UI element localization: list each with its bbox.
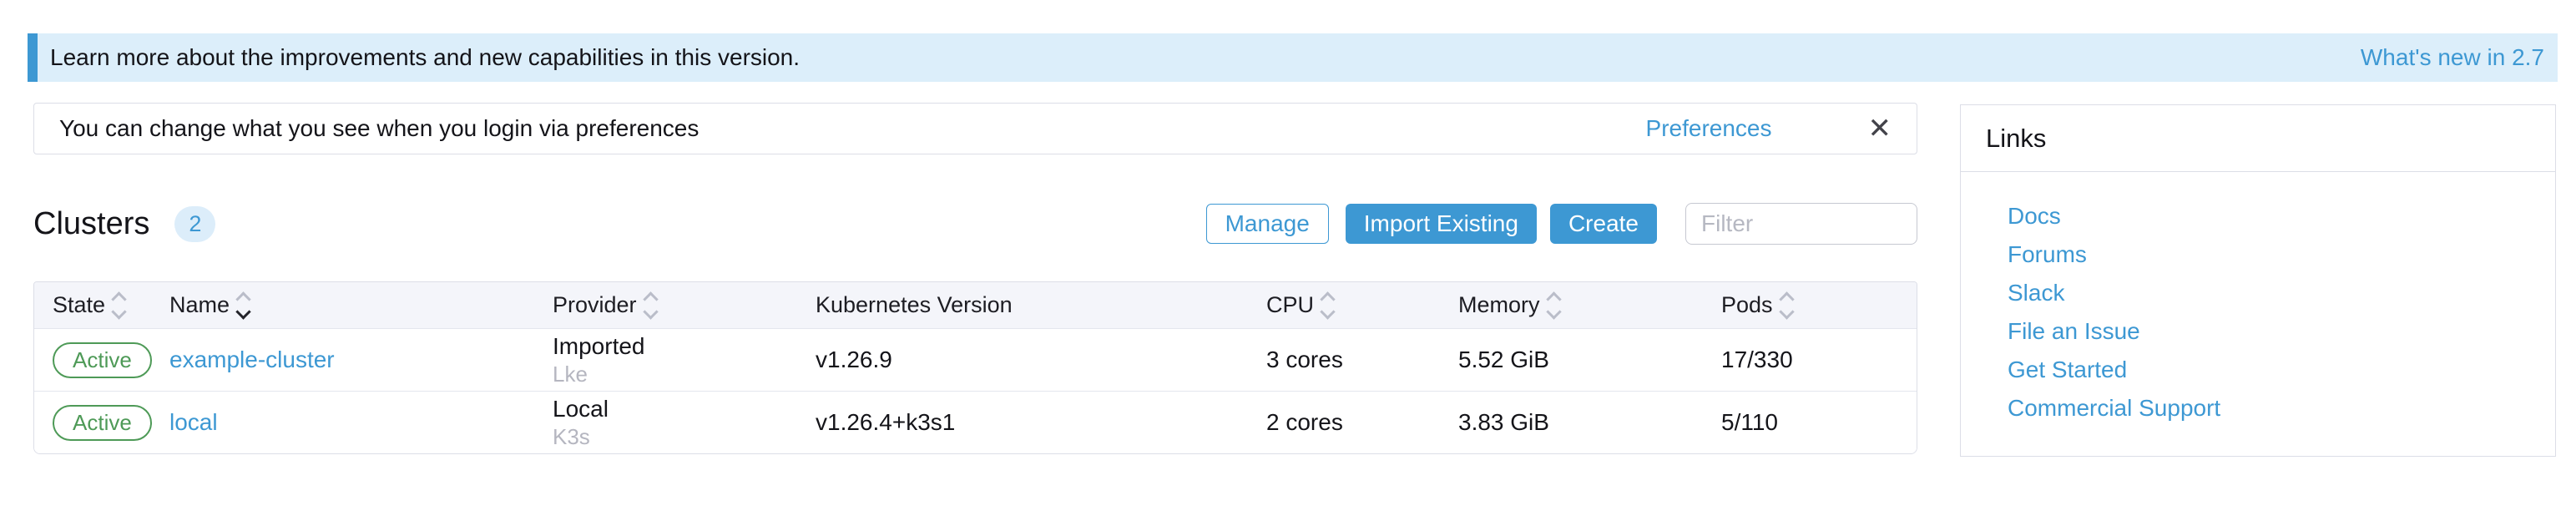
column-label: Pods (1721, 292, 1773, 318)
column-label: Provider (553, 292, 637, 318)
provider-distro: Lke (553, 363, 588, 386)
cpu-cell: 3 cores (1248, 329, 1440, 391)
sort-icon (645, 294, 656, 317)
import-existing-button[interactable]: Import Existing (1346, 204, 1537, 244)
table-body: Active example-cluster Imported Lke v1.2… (34, 328, 1917, 453)
provider-name: Local (553, 397, 609, 421)
state-cell: Active (34, 329, 151, 391)
clusters-table: State Name Provider Kubernetes Version C… (33, 281, 1917, 454)
sort-icon (1322, 294, 1333, 317)
memory-cell: 5.52 GiB (1440, 329, 1703, 391)
column-header-cpu[interactable]: CPU (1248, 282, 1440, 328)
column-header-memory[interactable]: Memory (1440, 282, 1703, 328)
status-badge: Active (53, 342, 152, 378)
sort-icon (238, 294, 249, 317)
column-header-name[interactable]: Name (151, 282, 534, 328)
preferences-banner: You can change what you see when you log… (33, 103, 1917, 154)
page-title: Clusters (33, 206, 149, 242)
manage-button[interactable]: Manage (1206, 204, 1329, 244)
cluster-name-link[interactable]: local (169, 409, 218, 436)
name-cell: example-cluster (151, 329, 534, 391)
column-label: CPU (1266, 292, 1314, 318)
name-cell: local (151, 392, 534, 453)
create-button[interactable]: Create (1550, 204, 1657, 244)
provider-cell: Local K3s (534, 392, 797, 453)
cluster-name-link[interactable]: example-cluster (169, 347, 335, 373)
filter-input[interactable] (1685, 203, 1917, 245)
links-panel: Links Docs Forums Slack File an Issue Ge… (1960, 104, 2556, 457)
clusters-actions: Manage Import Existing Create (1206, 203, 1917, 245)
sort-icon (1781, 294, 1792, 317)
preferences-link[interactable]: Preferences (1646, 115, 1772, 142)
link-commercial-support[interactable]: Commercial Support (2008, 389, 2555, 427)
close-icon[interactable]: ✕ (1868, 114, 1892, 143)
column-label: State (53, 292, 105, 318)
link-get-started[interactable]: Get Started (2008, 351, 2555, 389)
column-header-state[interactable]: State (34, 282, 151, 328)
version-banner: Learn more about the improvements and ne… (28, 33, 2558, 82)
table-row: Active local Local K3s v1.26.4+k3s1 2 co… (34, 391, 1917, 453)
memory-cell: 3.83 GiB (1440, 392, 1703, 453)
column-header-kubernetes-version[interactable]: Kubernetes Version (797, 282, 1248, 328)
clusters-count-badge: 2 (174, 206, 215, 242)
clusters-header-bar: Clusters 2 Manage Import Existing Create (33, 200, 1917, 247)
table-row: Active example-cluster Imported Lke v1.2… (34, 328, 1917, 391)
sort-icon (1548, 294, 1559, 317)
link-file-an-issue[interactable]: File an Issue (2008, 312, 2555, 351)
column-header-provider[interactable]: Provider (534, 282, 797, 328)
status-badge: Active (53, 405, 152, 441)
column-label: Memory (1458, 292, 1540, 318)
table-header-row: State Name Provider Kubernetes Version C… (34, 282, 1917, 328)
link-docs[interactable]: Docs (2008, 197, 2555, 235)
sort-icon (114, 294, 124, 317)
provider-distro: K3s (553, 426, 590, 448)
kubernetes-version-cell: v1.26.4+k3s1 (797, 392, 1248, 453)
provider-cell: Imported Lke (534, 329, 797, 391)
links-list: Docs Forums Slack File an Issue Get Star… (1961, 172, 2555, 427)
links-panel-title: Links (1961, 105, 2555, 172)
preferences-banner-message: You can change what you see when you log… (59, 115, 699, 142)
column-header-pods[interactable]: Pods (1703, 282, 1917, 328)
pods-cell: 17/330 (1703, 329, 1917, 391)
cpu-cell: 2 cores (1248, 392, 1440, 453)
column-label: Kubernetes Version (816, 292, 1013, 318)
kubernetes-version-cell: v1.26.9 (797, 329, 1248, 391)
link-slack[interactable]: Slack (2008, 274, 2555, 312)
provider-name: Imported (553, 334, 645, 358)
table-header: State Name Provider Kubernetes Version C… (34, 282, 1917, 328)
link-forums[interactable]: Forums (2008, 235, 2555, 274)
column-label: Name (169, 292, 230, 318)
pods-cell: 5/110 (1703, 392, 1917, 453)
version-banner-message: Learn more about the improvements and ne… (50, 44, 800, 71)
state-cell: Active (34, 392, 151, 453)
whats-new-link[interactable]: What's new in 2.7 (2361, 44, 2544, 71)
